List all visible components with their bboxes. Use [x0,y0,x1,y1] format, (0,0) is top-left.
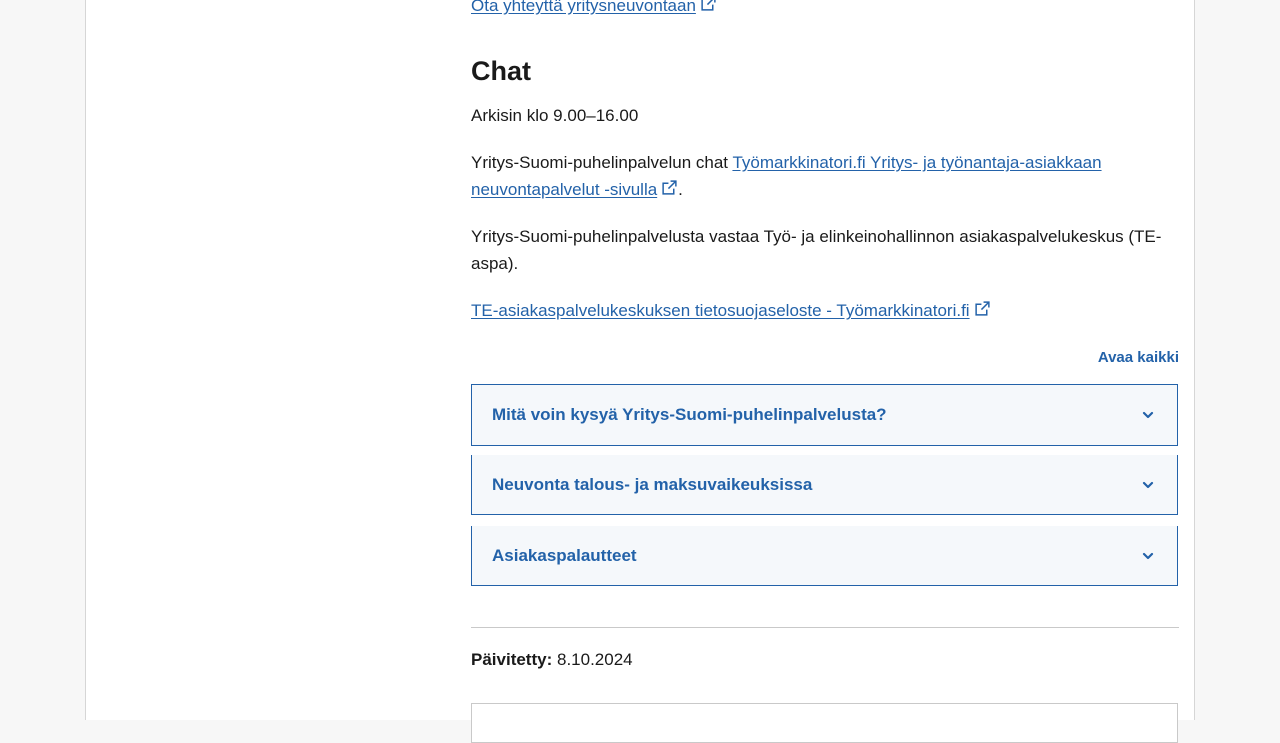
updated-date: 8.10.2024 [556,650,633,669]
accordion-label: Asiakaspalautteet [492,545,637,565]
chevron-down-icon [1142,481,1154,488]
updated-label: Päivitetty: [471,650,553,669]
external-link-icon [701,0,716,11]
chat-hours: Arkisin klo 9.00–16.00 [471,106,639,125]
page-container: Ota yhteyttä yritysneuvontaan Chat Arkis… [85,0,1195,743]
accordion-phone-service-questions[interactable]: Mitä voin kysyä Yritys-Suomi-puhelinpalv… [471,384,1178,446]
accordion-label: Mitä voin kysyä Yritys-Suomi-puhelinpalv… [492,405,887,424]
updated-info: Päivitetty: 8.10.2024 [471,648,633,672]
chat-text-suffix: . [678,180,683,199]
privacy-policy-link[interactable]: TE-asiakaspalvelukeskuksen tietosuojasel… [471,301,970,320]
chat-text-prefix: Yritys-Suomi-puhelinpalvelun chat [471,153,733,172]
chevron-down-icon [1142,552,1154,559]
chat-link-line1: Työmarkkinatori.fi Yritys- ja työnantaja… [732,153,1102,172]
feedback-box [471,703,1178,743]
chat-link-line2: neuvontapalvelut -sivulla [471,180,658,199]
chat-description: Yritys-Suomi-puhelinpalvelun chat Työmar… [471,149,1171,203]
chat-heading: Chat [471,56,531,86]
divider [471,627,1179,628]
contact-link-row: Ota yhteyttä yritysneuvontaan [471,0,717,19]
privacy-row: TE-asiakaspalvelukeskuksen tietosuojasel… [471,297,1171,324]
chevron-down-icon [1142,411,1154,419]
contact-advisory-link[interactable]: Ota yhteyttä yritysneuvontaan [471,0,696,15]
accordion-financial-difficulties[interactable]: Neuvonta talous- ja maksuvaikeuksissa [471,455,1178,515]
external-link-icon [974,301,990,316]
accordion-customer-feedback[interactable]: Asiakaspalautteet [471,526,1178,586]
accordion-label: Neuvonta talous- ja maksuvaikeuksissa [492,474,813,494]
responsible-text: Yritys-Suomi-puhelinpalvelusta vastaa Ty… [471,227,1162,273]
open-all-button[interactable]: Avaa kaikki [1098,349,1179,366]
external-link-icon [662,180,677,195]
